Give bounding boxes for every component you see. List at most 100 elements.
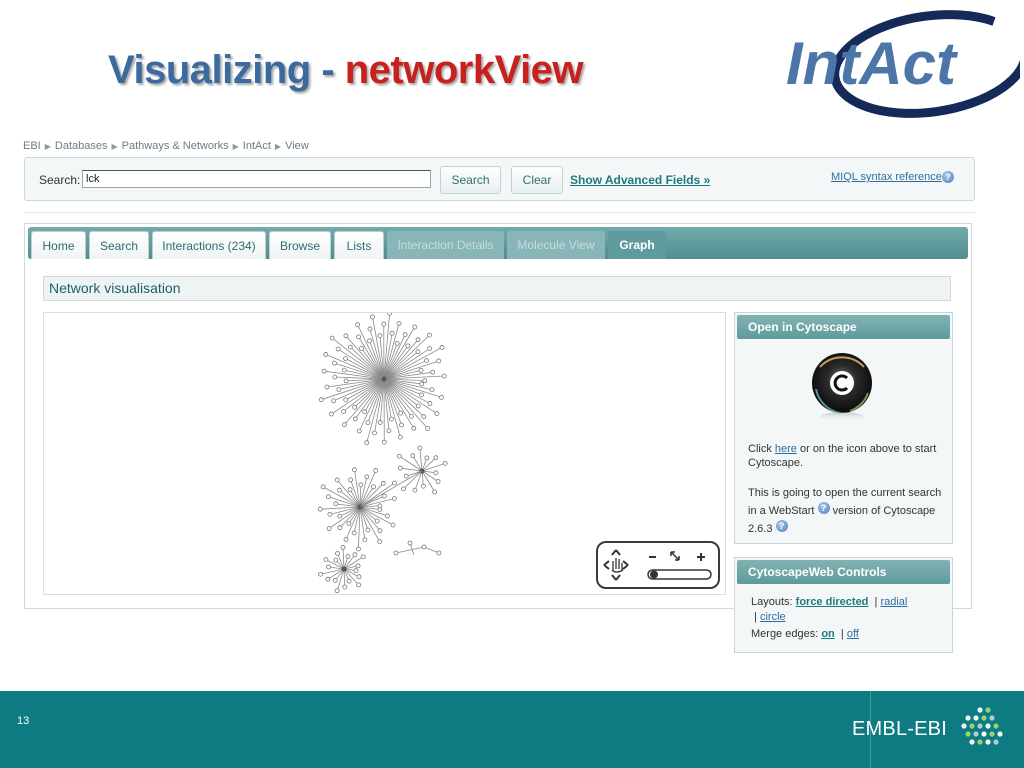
layout-circle-link[interactable]: circle xyxy=(760,611,786,623)
network-node[interactable] xyxy=(347,344,353,350)
network-cluster-secondary[interactable] xyxy=(317,467,397,552)
network-node[interactable] xyxy=(341,367,347,373)
network-node[interactable] xyxy=(352,404,358,410)
network-node[interactable] xyxy=(356,546,361,552)
network-node[interactable] xyxy=(419,381,425,387)
network-node[interactable] xyxy=(433,470,439,476)
network-node[interactable] xyxy=(432,489,438,495)
network-node[interactable] xyxy=(355,322,360,328)
network-node[interactable] xyxy=(439,394,444,400)
network-node[interactable] xyxy=(433,455,439,461)
network-node[interactable] xyxy=(355,563,361,569)
network-node[interactable] xyxy=(323,352,329,357)
network-node[interactable] xyxy=(364,474,370,480)
network-node[interactable] xyxy=(345,554,351,559)
network-node[interactable] xyxy=(419,392,424,398)
network-node[interactable] xyxy=(326,494,331,500)
network-node[interactable] xyxy=(436,550,442,556)
search-button[interactable]: Search xyxy=(440,166,501,194)
network-node[interactable] xyxy=(396,321,402,326)
network-node[interactable] xyxy=(434,411,440,416)
network-node[interactable] xyxy=(409,414,414,419)
network-node[interactable] xyxy=(390,522,396,528)
network-node[interactable] xyxy=(337,525,343,530)
network-hub-node[interactable] xyxy=(381,376,387,382)
network-node[interactable] xyxy=(346,521,352,526)
search-input[interactable] xyxy=(82,170,431,188)
network-node[interactable] xyxy=(335,551,340,556)
network-node[interactable] xyxy=(387,313,393,316)
network-node[interactable] xyxy=(441,373,447,379)
network-node[interactable] xyxy=(397,434,403,440)
tab-search[interactable]: Search xyxy=(89,231,149,259)
network-node[interactable] xyxy=(421,483,426,489)
zoom-slider-handle[interactable] xyxy=(650,570,658,579)
network-node[interactable] xyxy=(425,426,431,431)
network-node[interactable] xyxy=(326,526,332,531)
network-node[interactable] xyxy=(352,552,358,558)
network-node[interactable] xyxy=(380,480,386,486)
network-node[interactable] xyxy=(377,420,383,425)
network-node[interactable] xyxy=(347,487,353,493)
network-node[interactable] xyxy=(386,428,392,434)
network-node[interactable] xyxy=(332,374,338,380)
network-node[interactable] xyxy=(372,430,377,436)
network-node[interactable] xyxy=(333,501,339,507)
network-node[interactable] xyxy=(367,338,372,344)
network-node[interactable] xyxy=(370,314,375,320)
network-node[interactable] xyxy=(418,367,424,373)
network-node[interactable] xyxy=(415,403,421,409)
network-node[interactable] xyxy=(360,554,366,560)
network-node[interactable] xyxy=(348,477,354,483)
network-node[interactable] xyxy=(367,326,373,332)
network-node[interactable] xyxy=(429,387,435,393)
network-node[interactable] xyxy=(403,473,409,479)
network-node[interactable] xyxy=(391,496,397,501)
pan-down-icon[interactable] xyxy=(611,574,621,581)
network-node[interactable] xyxy=(373,468,379,473)
network-node[interactable] xyxy=(343,333,349,339)
network-node[interactable] xyxy=(407,540,413,546)
network-node[interactable] xyxy=(424,358,429,363)
network-node[interactable] xyxy=(331,398,337,404)
pan-right-icon[interactable] xyxy=(622,560,629,570)
network-node[interactable] xyxy=(405,343,411,349)
network-node[interactable] xyxy=(323,557,329,562)
network-node[interactable] xyxy=(326,564,331,570)
network-node[interactable] xyxy=(359,345,364,351)
network-cluster-main[interactable] xyxy=(318,313,447,446)
network-node[interactable] xyxy=(421,544,427,550)
network-node[interactable] xyxy=(318,571,323,577)
network-node[interactable] xyxy=(327,511,333,517)
fit-icon[interactable] xyxy=(670,551,680,561)
network-node[interactable] xyxy=(337,513,343,519)
tab-interactions[interactable]: Interactions (234) xyxy=(152,231,266,259)
network-node[interactable] xyxy=(364,440,370,446)
network-node[interactable] xyxy=(402,332,408,337)
network-node[interactable] xyxy=(411,425,417,431)
pan-up-icon[interactable] xyxy=(611,549,621,556)
network-node[interactable] xyxy=(374,518,380,524)
help-icon[interactable]: ? xyxy=(775,520,788,532)
tab-lists[interactable]: Lists xyxy=(334,231,384,259)
tab-browse[interactable]: Browse xyxy=(269,231,331,259)
network-node[interactable] xyxy=(424,455,430,461)
network-node[interactable] xyxy=(321,368,327,374)
network-node[interactable] xyxy=(389,330,395,336)
network-node[interactable] xyxy=(332,578,338,583)
network-node[interactable] xyxy=(352,467,357,473)
network-node[interactable] xyxy=(396,453,402,459)
network-node[interactable] xyxy=(377,503,383,509)
network-node[interactable] xyxy=(353,568,359,573)
network-cluster-small[interactable] xyxy=(396,445,448,495)
merge-off-link[interactable]: off xyxy=(847,628,859,640)
network-node[interactable] xyxy=(410,453,416,459)
network-canvas[interactable] xyxy=(43,312,726,595)
network-node[interactable] xyxy=(318,397,324,403)
network-node[interactable] xyxy=(320,484,326,490)
network-node[interactable] xyxy=(343,397,349,403)
tab-graph[interactable]: Graph xyxy=(608,231,666,259)
network-node[interactable] xyxy=(389,416,394,422)
network-node[interactable] xyxy=(356,334,361,340)
network-node[interactable] xyxy=(356,582,362,588)
